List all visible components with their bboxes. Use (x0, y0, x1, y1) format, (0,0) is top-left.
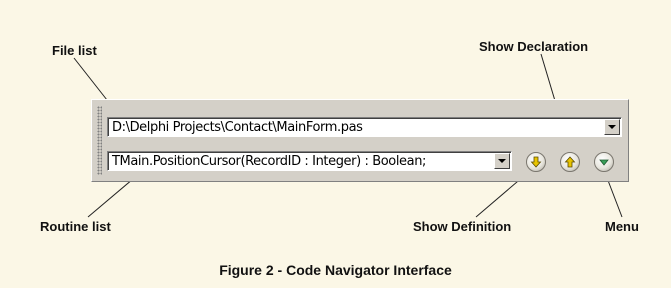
toolbar-drag-handle[interactable] (97, 106, 102, 175)
routine-list-combo[interactable]: TMain.PositionCursor(RecordID : Integer)… (107, 151, 512, 171)
routine-list-value: TMain.PositionCursor(RecordID : Integer)… (112, 154, 427, 169)
file-list-dropdown-button[interactable] (604, 119, 620, 135)
routine-list-dropdown-button[interactable] (494, 153, 510, 169)
figure-caption: Figure 2 - Code Navigator Interface (219, 262, 452, 278)
up-arrow-icon (564, 156, 576, 168)
file-list-value: D:\Delphi Projects\Contact\MainForm.pas (112, 120, 363, 135)
show-definition-button[interactable] (526, 152, 546, 172)
menu-button[interactable] (594, 152, 614, 172)
show-declaration-button[interactable] (560, 152, 580, 172)
file-list-combo[interactable]: D:\Delphi Projects\Contact\MainForm.pas (107, 117, 622, 137)
chevron-down-icon (599, 159, 609, 166)
code-navigator-toolbar: D:\Delphi Projects\Contact\MainForm.pas … (91, 99, 629, 182)
down-arrow-icon (530, 156, 542, 168)
